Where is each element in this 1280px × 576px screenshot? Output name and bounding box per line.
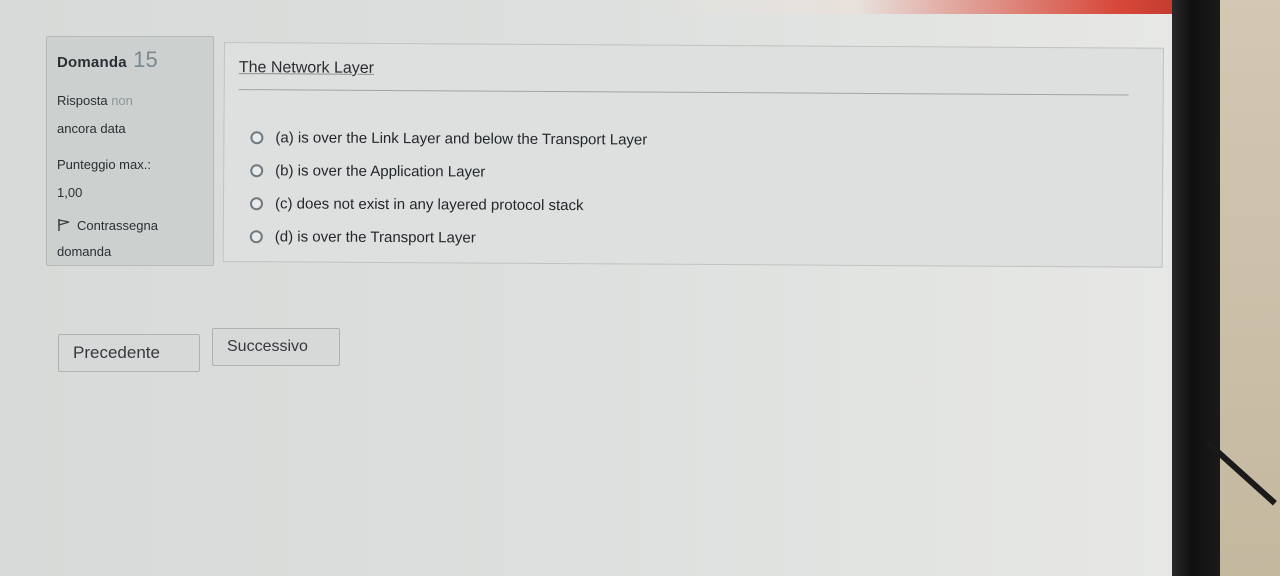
radio-unchecked-icon[interactable] — [250, 131, 264, 145]
answer-option-a[interactable]: (a) is over the Link Layer and below the… — [250, 121, 647, 156]
question-info-panel: Domanda 15 Risposta non ancora data Punt… — [46, 36, 214, 266]
question-text: The Network Layer — [238, 59, 375, 77]
answer-option-d[interactable]: (d) is over the Transport Layer — [249, 220, 647, 255]
question-label: Domanda — [57, 54, 127, 71]
max-grade-value: 1,00 — [57, 185, 83, 200]
flag-question-label[interactable]: Contrassegna domanda — [57, 218, 158, 259]
flag-question-link[interactable]: Contrassegna domanda — [57, 213, 203, 265]
answer-label-c[interactable]: (c) does not exist in any layered protoc… — [275, 195, 584, 214]
answer-status-prefix: Risposta — [57, 93, 108, 108]
next-button[interactable]: Successivo — [212, 328, 340, 366]
radio-unchecked-icon[interactable] — [250, 164, 264, 178]
question-number-heading: Domanda 15 — [57, 47, 203, 73]
answer-option-b[interactable]: (b) is over the Application Layer — [250, 154, 647, 189]
flag-icon[interactable] — [57, 215, 71, 231]
monitor-screen: Domanda 15 Risposta non ancora data Punt… — [0, 0, 1182, 576]
answer-label-a[interactable]: (a) is over the Link Layer and below the… — [275, 129, 647, 148]
answer-options: (a) is over the Link Layer and below the… — [249, 121, 648, 255]
max-grade: Punteggio max.: 1,00 — [57, 151, 203, 207]
question-content-box: The Network Layer (a) is over the Link L… — [222, 42, 1164, 268]
max-grade-label: Punteggio max.: — [57, 157, 151, 172]
answer-status: Risposta non ancora data — [57, 87, 203, 143]
question-number: 15 — [133, 47, 158, 72]
answer-status-faint: non — [111, 93, 133, 108]
desk-background — [1220, 0, 1280, 576]
answer-label-d[interactable]: (d) is over the Transport Layer — [275, 228, 476, 246]
monitor-bezel — [1172, 0, 1220, 576]
radio-unchecked-icon[interactable] — [249, 197, 264, 211]
answer-status-rest: ancora data — [57, 121, 126, 136]
radio-unchecked-icon[interactable] — [249, 230, 263, 244]
question-divider — [238, 89, 1129, 96]
previous-button[interactable]: Precedente — [58, 334, 200, 372]
top-bar-strip — [640, 0, 1182, 14]
answer-label-b[interactable]: (b) is over the Application Layer — [275, 162, 485, 180]
answer-option-c[interactable]: (c) does not exist in any layered protoc… — [249, 187, 647, 222]
